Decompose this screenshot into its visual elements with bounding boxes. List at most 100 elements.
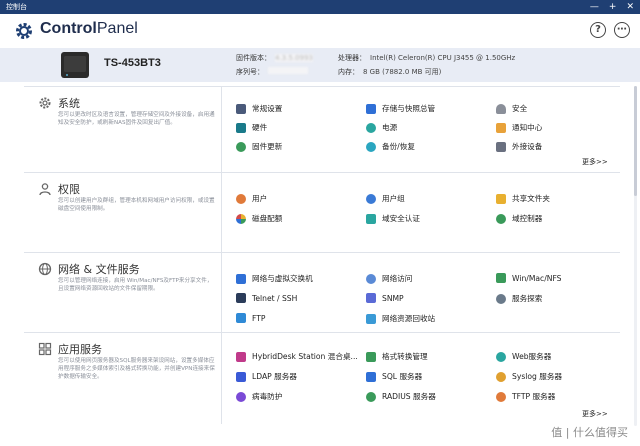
item-notification-center[interactable]: 通知中心 — [496, 122, 542, 133]
conversion-icon — [366, 351, 376, 362]
folder-icon — [496, 193, 506, 204]
help-icon[interactable]: ? — [590, 22, 606, 38]
backup-icon — [366, 141, 376, 152]
item-snmp[interactable]: SNMP — [366, 293, 404, 303]
item-power[interactable]: 电源 — [366, 122, 397, 133]
item-network-recycle-bin[interactable]: 网络资源回收站 — [366, 313, 435, 324]
serial-spec: 序列号： — [236, 67, 308, 77]
item-backup-restore[interactable]: 备份/恢复 — [366, 141, 415, 152]
domain-controller-icon — [496, 213, 506, 224]
item-users[interactable]: 用户 — [236, 193, 267, 204]
item-label: 域控制器 — [512, 214, 543, 223]
hardware-icon — [236, 122, 246, 133]
item-label: 共享文件夹 — [512, 194, 550, 203]
item-disk-quota[interactable]: 磁盘配额 — [236, 213, 282, 224]
item-tftp-server[interactable]: TFTP 服务器 — [496, 391, 555, 402]
section-title: 系统 — [58, 97, 80, 110]
item-hardware[interactable]: 硬件 — [236, 122, 267, 133]
item-ftp[interactable]: FTP — [236, 313, 265, 323]
close-button[interactable]: ✕ — [626, 0, 634, 14]
syslog-icon — [496, 371, 506, 382]
settings-content: 系统 您可以更改时区及语言设置，管理存储空间及外接设备，启用通知及安全防护，或刷… — [24, 86, 620, 436]
section-system: 系统 您可以更改时区及语言设置，管理存储空间及外接设备，启用通知及安全防护，或刷… — [24, 86, 620, 172]
cpu-spec: 处理器： Intel(R) Celeron(R) CPU J3455 @ 1.50… — [338, 53, 515, 63]
terminal-icon — [236, 293, 246, 303]
firmware-label: 固件版本： — [236, 54, 271, 62]
database-icon — [366, 371, 376, 382]
settings-icon — [236, 103, 246, 114]
web-server-icon — [496, 351, 506, 362]
notification-icon — [496, 122, 506, 133]
item-label: 通知中心 — [512, 123, 543, 132]
user-icon — [39, 183, 51, 196]
item-antivirus[interactable]: 病毒防护 — [236, 391, 282, 402]
memory-spec: 内存： 8 GB (7882.0 MB 可用) — [338, 67, 441, 77]
item-general-settings[interactable]: 常规设置 — [236, 103, 282, 114]
user-icon — [236, 193, 246, 204]
section-title: 网络 & 文件服务 — [58, 263, 140, 276]
serial-value-blurred — [268, 67, 308, 74]
item-radius-server[interactable]: RADIUS 服务器 — [366, 391, 436, 402]
radius-icon — [366, 391, 376, 402]
section-permissions: 权限 您可以创建用户及群组，管理本机和网域用户访问权限，或设置磁盘空间使用限制。… — [24, 172, 620, 252]
file-protocol-icon — [496, 273, 506, 283]
item-label: 备份/恢复 — [382, 142, 415, 151]
item-service-discovery[interactable]: 服务探索 — [496, 293, 542, 304]
apps-grid-icon — [38, 342, 52, 356]
section-title: 权限 — [58, 183, 80, 196]
storage-icon — [366, 103, 376, 114]
item-sql-server[interactable]: SQL 服务器 — [366, 371, 422, 382]
item-label: 网络与虚拟交换机 — [252, 274, 313, 283]
section-description: 您可以创建用户及群组，管理本机和网域用户访问权限，或设置磁盘空间使用限制。 — [58, 198, 215, 212]
item-network-access[interactable]: 网络访问 — [366, 273, 412, 284]
item-ldap-server[interactable]: LDAP 服务器 — [236, 371, 297, 382]
section-description: 您可以更改时区及语言设置，管理存储空间及外接设备，启用通知及安全防护，或刷新NA… — [58, 112, 215, 126]
more-link[interactable]: 更多>> — [582, 157, 608, 167]
item-domain-controller[interactable]: 域控制器 — [496, 213, 542, 224]
more-link[interactable]: 更多>> — [582, 409, 608, 419]
item-storage-snapshots[interactable]: 存储与快照总管 — [366, 103, 435, 114]
external-device-icon — [496, 141, 506, 152]
minimize-button[interactable]: — — [590, 0, 599, 14]
item-hybriddesk-station[interactable]: HybridDesk Station 混合桌... — [236, 351, 358, 362]
more-icon[interactable]: ⋯ — [614, 22, 630, 38]
item-telnet-ssh[interactable]: Telnet / SSH — [236, 293, 297, 303]
item-label: RADIUS 服务器 — [382, 392, 436, 401]
item-label: TFTP 服务器 — [512, 392, 556, 401]
item-firmware-update[interactable]: 固件更新 — [236, 141, 282, 152]
app-header: ControlPanel ? ⋯ — [0, 14, 640, 48]
item-external-device[interactable]: 外接设备 — [496, 141, 542, 152]
item-user-groups[interactable]: 用户组 — [366, 193, 405, 204]
section-permissions-summary: 权限 您可以创建用户及群组，管理本机和网域用户访问权限，或设置磁盘空间使用限制。 — [24, 173, 222, 252]
item-web-server[interactable]: Web服务器 — [496, 351, 551, 362]
nas-device-icon — [61, 52, 89, 78]
item-label: SNMP — [382, 293, 404, 303]
maximize-button[interactable]: + — [609, 0, 617, 14]
item-security[interactable]: 安全 — [496, 103, 527, 114]
discovery-icon — [496, 293, 506, 304]
item-label: FTP — [252, 313, 266, 323]
device-model: TS-453BT3 — [104, 57, 161, 69]
item-win-mac-nfs[interactable]: Win/Mac/NFS — [496, 273, 562, 283]
item-label: 电源 — [382, 123, 398, 132]
section-network-file: 网络 & 文件服务 您可以管理网络连接，启用 Win/Mac/NFS及FTP来分… — [24, 252, 620, 332]
item-label: 固件更新 — [252, 142, 283, 151]
item-label: 硬件 — [252, 123, 268, 132]
gear-icon — [16, 23, 32, 39]
item-label: 外接设备 — [512, 142, 543, 151]
firmware-value: 4.3.5.0993 — [275, 54, 313, 62]
item-label: 服务探索 — [512, 294, 543, 303]
item-syslog-server[interactable]: Syslog 服务器 — [496, 371, 562, 382]
item-network-vswitch[interactable]: 网络与虚拟交换机 — [236, 273, 313, 284]
window-controls: — + ✕ — [590, 0, 634, 14]
scrollbar[interactable] — [633, 86, 638, 426]
globe-icon — [38, 262, 52, 276]
item-shared-folders[interactable]: 共享文件夹 — [496, 193, 550, 204]
antivirus-icon — [236, 391, 246, 402]
item-label: 存储与快照总管 — [382, 104, 436, 113]
item-domain-security[interactable]: 域安全认证 — [366, 213, 420, 224]
item-format-conversion[interactable]: 格式转换管理 — [366, 351, 428, 362]
item-label: LDAP 服务器 — [252, 372, 297, 381]
item-label: 病毒防护 — [252, 392, 283, 401]
item-label: 域安全认证 — [382, 214, 420, 223]
